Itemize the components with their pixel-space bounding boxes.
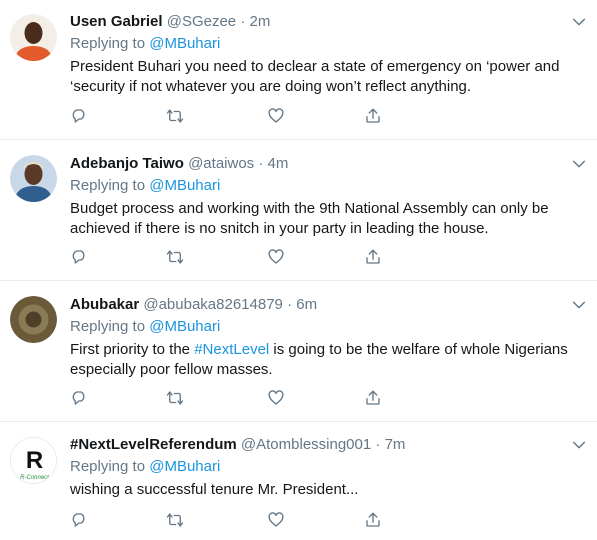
tweet-text: Budget process and working with the 9th … (70, 200, 549, 237)
replying-to: Replying to @MBuhari (70, 457, 585, 477)
chevron-down-icon[interactable] (571, 14, 587, 30)
replying-to: Replying to @MBuhari (70, 176, 585, 196)
replying-to: Replying to @MBuhari (70, 317, 585, 337)
tweet-actions (70, 511, 390, 531)
replying-label: Replying to (70, 458, 146, 475)
mention-link[interactable]: @MBuhari (149, 177, 220, 194)
hashtag-link[interactable]: #NextLevel (194, 341, 269, 358)
tweet-actions (70, 107, 390, 127)
like-icon[interactable] (267, 511, 285, 529)
mention-link[interactable]: @MBuhari (149, 35, 220, 52)
reply-icon[interactable] (70, 389, 88, 407)
tweet[interactable]: Usen Gabriel @SGezee · 2m Replying to @M… (0, 0, 597, 140)
user-handle[interactable]: @abubaka82614879 (143, 296, 283, 313)
chevron-down-icon[interactable] (571, 297, 587, 313)
replying-label: Replying to (70, 177, 146, 194)
tweet-text: wishing a successful tenure Mr. Presiden… (70, 481, 359, 498)
replying-label: Replying to (70, 318, 146, 335)
share-icon[interactable] (364, 389, 382, 407)
svg-text:R: R (26, 447, 43, 474)
like-icon[interactable] (267, 107, 285, 125)
timestamp[interactable]: 6m (296, 296, 317, 313)
like-icon[interactable] (267, 389, 285, 407)
chevron-down-icon[interactable] (571, 156, 587, 172)
tweet-actions (70, 389, 390, 409)
user-handle[interactable]: @ataiwos (188, 155, 254, 172)
reply-icon[interactable] (70, 511, 88, 529)
display-name[interactable]: #NextLevelReferendum (70, 436, 237, 453)
tweet-text-part: First priority to the (70, 341, 195, 358)
tweet[interactable]: Abubakar @abubaka82614879 · 6m Replying … (0, 282, 597, 422)
retweet-icon[interactable] (166, 248, 184, 266)
avatar[interactable] (10, 14, 57, 61)
tweet[interactable]: R R-Connect #NextLevelReferendum @Atombl… (0, 423, 597, 540)
timestamp[interactable]: 4m (268, 155, 289, 172)
r-connect-logo: R R-Connect (11, 438, 56, 483)
share-icon[interactable] (364, 248, 382, 266)
reply-icon[interactable] (70, 107, 88, 125)
tweet-text: First priority to the #NextLevel is goin… (70, 340, 585, 380)
replying-label: Replying to (70, 35, 146, 52)
timestamp[interactable]: 7m (385, 436, 406, 453)
retweet-icon[interactable] (166, 511, 184, 529)
avatar[interactable]: R R-Connect (10, 437, 57, 484)
timestamp[interactable]: 2m (250, 13, 271, 30)
retweet-icon[interactable] (166, 107, 184, 125)
mention-link[interactable]: @MBuhari (149, 318, 220, 335)
reply-icon[interactable] (70, 248, 88, 266)
like-icon[interactable] (267, 248, 285, 266)
chevron-down-icon[interactable] (571, 437, 587, 453)
display-name[interactable]: Abubakar (70, 296, 139, 313)
tweet-actions (70, 248, 390, 268)
share-icon[interactable] (364, 107, 382, 125)
user-handle[interactable]: @SGezee (167, 13, 236, 30)
tweet-text: President Buhari you need to declear a s… (70, 58, 560, 95)
separator-dot: · (240, 13, 246, 30)
mention-link[interactable]: @MBuhari (149, 458, 220, 475)
display-name[interactable]: Adebanjo Taiwo (70, 155, 184, 172)
separator-dot: · (287, 296, 293, 313)
separator-dot: · (258, 155, 264, 172)
avatar[interactable] (10, 296, 57, 343)
share-icon[interactable] (364, 511, 382, 529)
separator-dot: · (375, 436, 381, 453)
replying-to: Replying to @MBuhari (70, 34, 585, 54)
tweet[interactable]: Adebanjo Taiwo @ataiwos · 4m Replying to… (0, 141, 597, 281)
display-name[interactable]: Usen Gabriel (70, 13, 163, 30)
retweet-icon[interactable] (166, 389, 184, 407)
avatar[interactable] (10, 155, 57, 202)
svg-text:R-Connect: R-Connect (20, 475, 49, 481)
user-handle[interactable]: @Atomblessing001 (241, 436, 371, 453)
